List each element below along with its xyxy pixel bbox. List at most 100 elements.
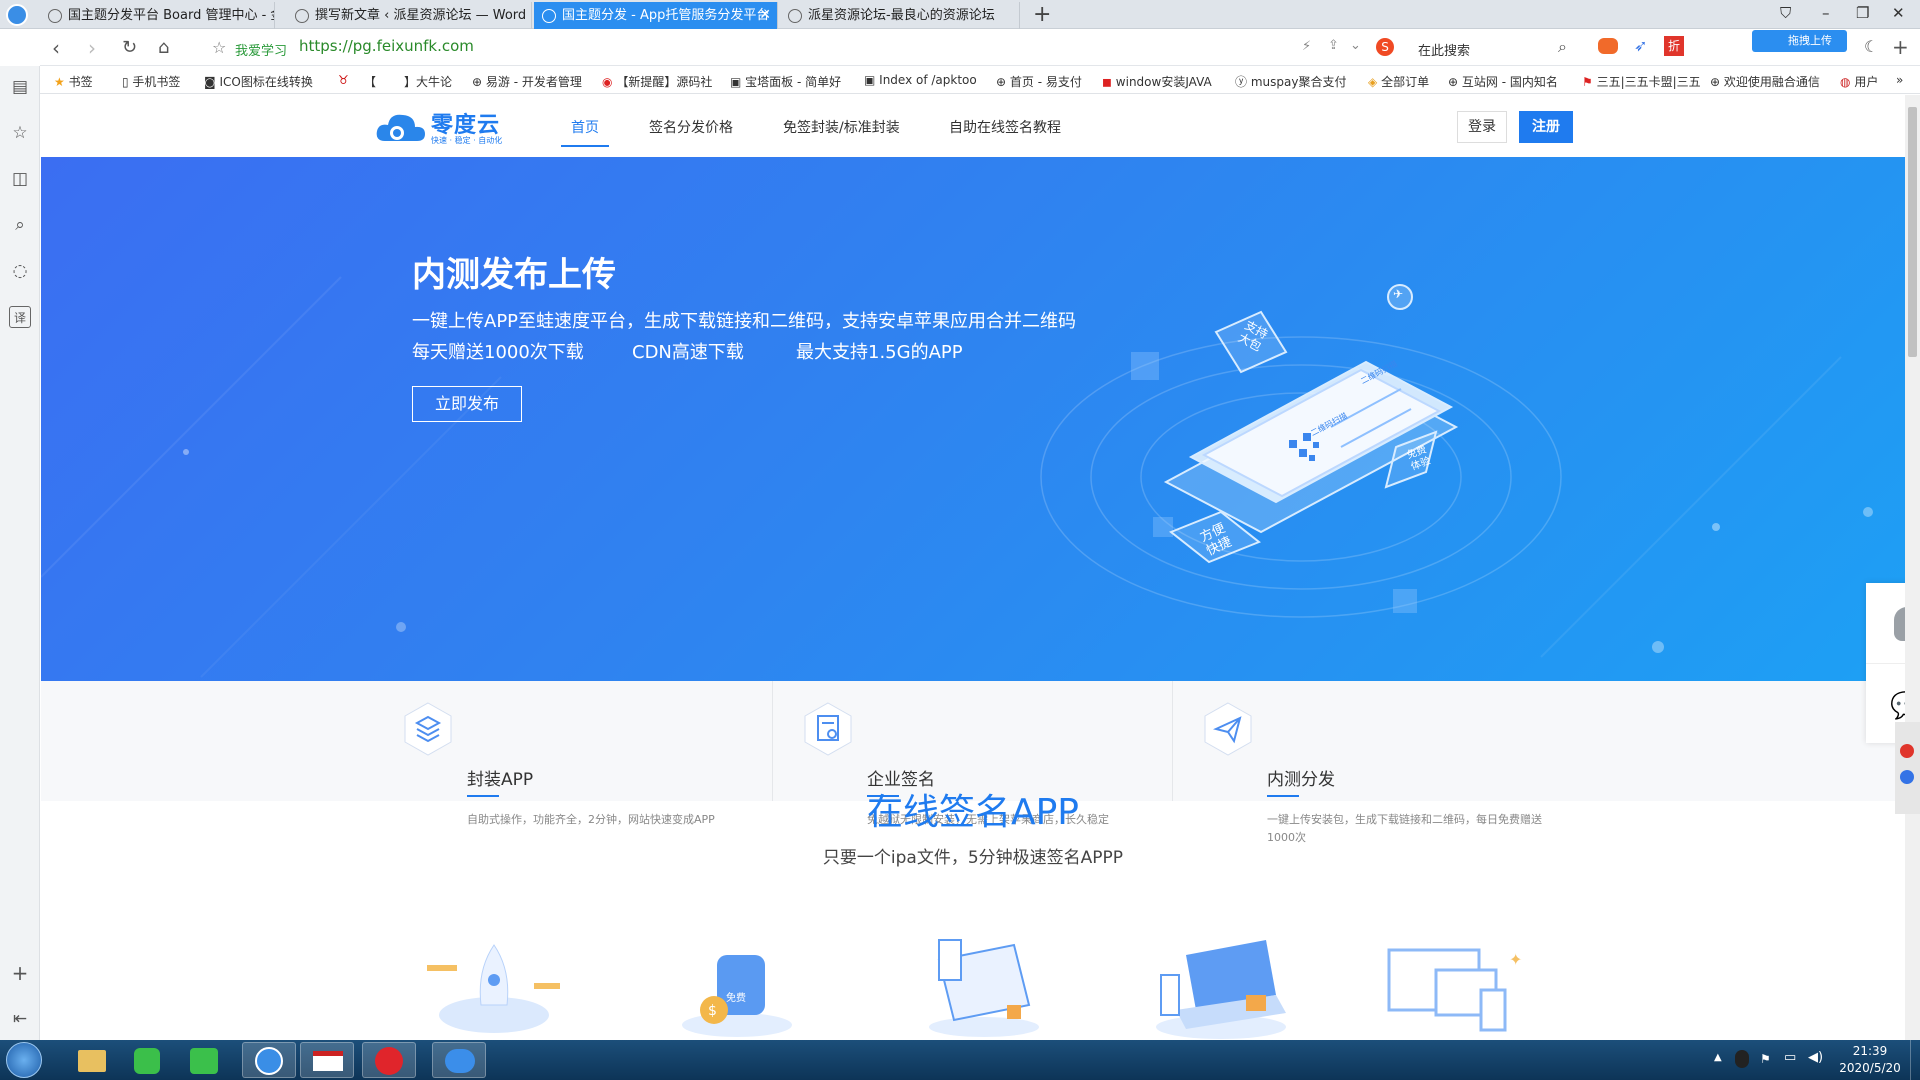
moon-icon[interactable]: ☾ <box>1864 37 1878 56</box>
tab-2[interactable]: 撰写新文章 ‹ 派星资源论坛 — Word <box>287 2 532 29</box>
share-icon[interactable]: ⇪ <box>1328 38 1339 53</box>
bookmark-item[interactable]: ▣ 宝塔面板 - 简单好 <box>730 73 850 90</box>
sogou-search-icon[interactable]: S <box>1376 38 1394 56</box>
bookmark-item[interactable]: ◈ 全部订单 <box>1368 73 1456 90</box>
taskbar-app-window[interactable] <box>300 1042 354 1078</box>
taskbar-browser[interactable] <box>242 1042 296 1078</box>
home-icon[interactable]: ⌂ <box>158 37 169 58</box>
tab-4[interactable]: 派星资源论坛-最良心的资源论坛 <box>780 2 1020 29</box>
bird-icon[interactable]: ➶ <box>1634 36 1647 55</box>
bookmark-item[interactable]: ⊕ 易游 - 开发者管理 <box>472 73 592 90</box>
reader-icon[interactable]: ◫ <box>9 168 31 190</box>
tab-bar: 国主题分发平台 Board 管理中心 - 金 撰写新文章 ‹ 派星资源论坛 — … <box>0 0 1920 29</box>
register-button[interactable]: 注册 <box>1519 111 1573 143</box>
tab-label: 撰写新文章 ‹ 派星资源论坛 — Word <box>315 8 527 23</box>
bookmark-item[interactable]: 【 <box>364 73 376 90</box>
bookmark-item[interactable]: ⊕ 首页 - 易支付 <box>996 73 1096 90</box>
new-tab-icon[interactable]: + <box>1033 1 1051 28</box>
bookmark-label: Index of /apktoo <box>879 73 977 87</box>
bookmark-item[interactable]: ▯ 手机书签 <box>122 73 202 90</box>
bookmark-item[interactable]: 】大牛论 <box>404 73 460 90</box>
hero-description: 一键上传APP至蛙速度平台，生成下载链接和二维码，支持安卓苹果应用合并二维码 <box>412 311 1077 332</box>
bolt-icon[interactable]: ⚡ <box>1302 39 1311 54</box>
wechat-icon[interactable]: 💬 <box>1890 691 1905 721</box>
nav-home[interactable]: 首页 <box>561 117 609 147</box>
taskbar-explorer[interactable] <box>64 1042 118 1078</box>
bookmark-item[interactable]: ⊕ 互站网 - 国内知名 <box>1448 73 1573 90</box>
volume-tray-icon[interactable]: ◀) <box>1808 1050 1823 1065</box>
restore-icon[interactable]: ❐ <box>1856 4 1869 22</box>
clock[interactable]: 21:39 2020/5/20 <box>1830 1043 1910 1077</box>
nav-packaging[interactable]: 免签封装/标准封装 <box>783 117 900 137</box>
bookmark-item[interactable]: ♉ <box>338 73 360 87</box>
game-icon[interactable] <box>1598 38 1618 54</box>
minimize-icon[interactable]: – <box>1822 4 1830 22</box>
close-icon[interactable]: ✕ <box>1892 4 1905 22</box>
tab-close-icon[interactable]: ✕ <box>759 2 771 29</box>
search-icon[interactable]: ⌕ <box>1558 37 1567 57</box>
bookmark-label: 【新提醒】源码社 <box>616 75 712 89</box>
news-icon[interactable]: ▤ <box>9 76 31 98</box>
bookmark-label: 全部订单 <box>1381 75 1430 89</box>
scrollbar[interactable] <box>1905 95 1920 1040</box>
bookmark-item[interactable]: ◍ 用户 <box>1840 73 1888 90</box>
bookmark-item[interactable]: ⊕ 欢迎使用融合通信 <box>1710 73 1835 90</box>
panel-divider <box>1866 663 1905 664</box>
nav-pricing[interactable]: 签名分发价格 <box>649 117 733 137</box>
refresh-icon[interactable]: ↻ <box>122 37 137 58</box>
browser-logo-icon[interactable] <box>6 4 28 26</box>
bookmark-item[interactable]: ◙ ICO图标在线转换 <box>204 73 324 90</box>
login-button[interactable]: 登录 <box>1457 111 1507 143</box>
bookmark-item[interactable]: ⓨ muspay聚合支付 <box>1235 73 1357 90</box>
search-input[interactable]: 在此搜索 <box>1418 40 1470 59</box>
back-icon[interactable]: ‹ <box>52 36 60 60</box>
bookmark-item[interactable]: ◼ window安装JAVA <box>1102 73 1226 90</box>
feature-package-app[interactable]: 封装APP 自助式操作，功能齐全，2分钟，网站快速变成APP <box>403 681 803 866</box>
monitor-tray-icon[interactable]: ▭ <box>1784 1050 1796 1065</box>
bookmark-favorites[interactable]: ★ 书签 <box>54 73 93 90</box>
taskbar-player[interactable] <box>120 1042 174 1078</box>
logo[interactable]: 零度云 快速 · 稳定 · 自动化 <box>375 107 515 147</box>
tab-favicon-icon <box>295 9 309 23</box>
search-icon[interactable]: ⌕ <box>9 214 31 236</box>
shirt-icon[interactable]: ⛉ <box>1780 4 1791 22</box>
favorites-icon[interactable]: ☆ <box>9 122 31 144</box>
bookmark-item[interactable]: ⚑ 三五|三五卡盟|三五 <box>1582 73 1706 90</box>
publish-now-button[interactable]: 立即发布 <box>412 386 522 422</box>
chevron-down-icon[interactable]: ⌄ <box>1350 38 1361 53</box>
bookmark-item[interactable]: ▣ Index of /apktoo <box>864 73 982 87</box>
upload-button[interactable]: 拖拽上传 <box>1752 30 1847 52</box>
taskbar-iqiyi[interactable] <box>176 1042 230 1078</box>
feature-beta-distribution[interactable]: 内测分发 一键上传安装包，生成下载链接和二维码，每日免费赠送1000次 <box>1203 681 1603 866</box>
qq-tray-icon[interactable] <box>1735 1050 1749 1068</box>
help-icon[interactable] <box>1900 770 1914 784</box>
translate-icon[interactable]: 译 <box>9 306 31 328</box>
add-icon[interactable]: + <box>9 962 31 984</box>
discount-icon[interactable]: 折 <box>1664 36 1684 56</box>
taskbar-netease-music[interactable] <box>362 1042 416 1078</box>
upload-label: 拖拽上传 <box>1788 34 1832 47</box>
bookmark-item[interactable]: ◉ 【新提醒】源码社 <box>602 73 712 90</box>
nav-tutorial[interactable]: 自助在线签名教程 <box>949 117 1061 137</box>
forward-icon[interactable]: › <box>88 36 96 60</box>
feature-enterprise-signing[interactable]: 企业签名 免越狱无限制安装，无需上架苹果商店，长久稳定 <box>803 681 1203 866</box>
tray-expand-icon[interactable]: ▲ <box>1714 1052 1722 1063</box>
more-bookmarks-icon[interactable]: » <box>1896 73 1903 87</box>
tab-3-active[interactable]: 国主题分发 - App托管服务分发平台 ✕ <box>534 2 778 29</box>
plus-icon[interactable]: + <box>1892 35 1909 59</box>
user-icon: ◍ <box>1840 75 1851 89</box>
star-icon[interactable]: ☆ <box>212 38 226 57</box>
show-desktop-button[interactable] <box>1910 1040 1920 1080</box>
chat-icon[interactable]: ◌ <box>9 260 31 282</box>
svg-text:$: $ <box>708 1003 717 1019</box>
url-field[interactable]: https://pg.feixunfk.com <box>299 37 474 55</box>
qq-icon[interactable] <box>1894 607 1905 641</box>
tab-1[interactable]: 国主题分发平台 Board 管理中心 - 金 <box>40 2 275 29</box>
collapse-icon[interactable]: ⇤ <box>9 1008 31 1030</box>
start-button-icon[interactable] <box>6 1042 42 1078</box>
sogou-icon[interactable] <box>1900 744 1914 758</box>
taskbar-baidu-netdisk[interactable] <box>432 1042 486 1078</box>
network-tray-icon[interactable]: ⚑ <box>1760 1052 1771 1066</box>
address-prefix[interactable]: 我爱学习 <box>235 40 287 59</box>
scrollbar-thumb[interactable] <box>1908 107 1917 357</box>
